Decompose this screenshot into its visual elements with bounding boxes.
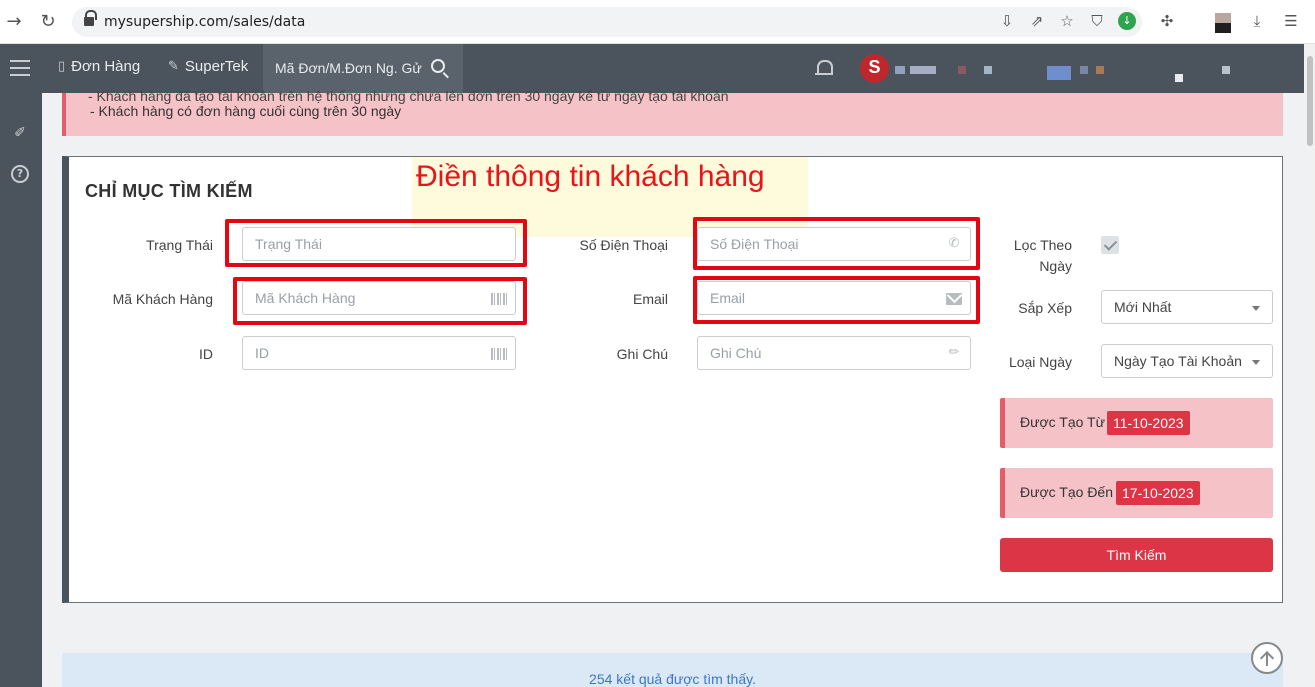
user-avatar[interactable]: S xyxy=(860,54,889,83)
phone-input[interactable] xyxy=(698,228,970,260)
results-bar: 254 kết quả được tìm thấy. xyxy=(62,653,1283,687)
search-icon[interactable] xyxy=(431,59,445,73)
bookmark-star-icon[interactable]: ☆ xyxy=(1058,12,1076,30)
customer-code-input[interactable] xyxy=(243,282,515,314)
lock-icon xyxy=(84,10,97,27)
search-panel: Điền thông tin khách hàng CHỈ MỤC TÌM KI… xyxy=(62,156,1283,603)
shield-extension-icon[interactable]: ⛉ xyxy=(1088,12,1106,30)
id-input[interactable] xyxy=(243,337,515,369)
phone-icon: ✆ xyxy=(948,236,960,251)
url-text: mysupership.com/sales/data xyxy=(104,14,306,30)
caret-down-icon xyxy=(1252,360,1260,365)
help-icon[interactable]: ? xyxy=(11,165,29,183)
nav-order-search[interactable]: Mã Đơn/M.Đơn Ng. Gử xyxy=(263,44,463,93)
search-button[interactable]: Tìm Kiếm xyxy=(1000,538,1273,572)
date-type-select[interactable]: Ngày Tạo Tài Khoản xyxy=(1101,344,1273,378)
phone-field[interactable]: ✆ xyxy=(697,227,971,261)
info-alert: - Khách hàng đã tạo tài khoản trên hệ th… xyxy=(62,88,1283,136)
sort-select[interactable]: Mới Nhất xyxy=(1101,290,1273,324)
reload-icon[interactable]: ↻ xyxy=(36,10,60,34)
alert-line-1: - Khách hàng đã tạo tài khoản trên hệ th… xyxy=(88,88,729,104)
sidebar: ✐ ? xyxy=(0,93,42,687)
note-label: Ghi Chú xyxy=(616,346,668,362)
created-from-box[interactable]: Được Tạo Từ 11-10-2023 xyxy=(1000,398,1273,448)
customer-code-field[interactable] xyxy=(242,281,516,315)
sort-value: Mới Nhất xyxy=(1114,299,1172,315)
caret-down-icon xyxy=(1252,306,1260,311)
redacted-username xyxy=(910,66,936,74)
extensions-puzzle-icon[interactable]: ✣ xyxy=(1158,12,1176,30)
browser-menu-icon[interactable]: ☰ xyxy=(1282,12,1300,30)
filter-date-checkbox[interactable] xyxy=(1101,236,1119,254)
created-to-value[interactable]: 17-10-2023 xyxy=(1116,481,1200,505)
created-to-label: Được Tạo Đến xyxy=(1020,484,1113,500)
status-input[interactable] xyxy=(243,228,515,260)
id-field[interactable] xyxy=(242,336,516,370)
alert-line-2: - Khách hàng có đơn hàng cuối cùng trên … xyxy=(90,103,402,119)
annotation-text: Điền thông tin khách hàng xyxy=(416,160,765,193)
app-navbar: ▯ Đơn Hàng ✎ SuperTek Mã Đơn/M.Đơn Ng. G… xyxy=(0,44,1304,93)
sort-label: Sắp Xếp xyxy=(1018,300,1072,316)
redacted-username xyxy=(1096,66,1104,74)
redacted-username xyxy=(984,66,992,74)
email-input[interactable] xyxy=(698,282,970,314)
download-extension-icon[interactable]: ↓ xyxy=(1118,12,1136,30)
browser-toolbar: → ↻ mysupership.com/sales/data ⇩ ⇗ ☆ ⛉ ↓… xyxy=(0,0,1315,44)
redacted-username xyxy=(1080,66,1088,74)
redacted-username xyxy=(1047,66,1071,80)
nav-search-placeholder: Mã Đơn/M.Đơn Ng. Gử xyxy=(275,60,422,76)
phone-label: Số Điện Thoại xyxy=(579,237,668,253)
redacted-username xyxy=(1222,66,1230,74)
redacted-username xyxy=(1175,74,1183,82)
created-to-box[interactable]: Được Tạo Đến 17-10-2023 xyxy=(1000,468,1273,518)
barcode-icon xyxy=(491,293,507,305)
envelope-icon xyxy=(946,293,962,305)
address-bar[interactable]: mysupership.com/sales/data xyxy=(72,7,1142,37)
email-label: Email xyxy=(632,291,668,307)
hamburger-menu-icon[interactable] xyxy=(10,60,30,76)
profile-avatar[interactable] xyxy=(1215,13,1231,33)
email-field[interactable] xyxy=(697,281,971,315)
panel-title: CHỈ MỤC TÌM KIẾM xyxy=(85,181,253,201)
note-field[interactable]: ✏ xyxy=(697,336,971,370)
note-input[interactable] xyxy=(698,337,970,369)
downloads-icon[interactable]: ⤓ xyxy=(1248,12,1266,30)
forward-icon[interactable]: → xyxy=(2,10,26,34)
filter-date-label-1: Lọc Theo xyxy=(1013,237,1072,253)
date-type-label: Loại Ngày xyxy=(1008,354,1072,370)
page-scrollbar[interactable] xyxy=(1304,44,1315,687)
pencil-icon: ✏ xyxy=(948,345,960,360)
book-icon: ▯ xyxy=(58,59,66,74)
install-icon[interactable]: ⇩ xyxy=(998,12,1016,30)
edit-icon: ✎ xyxy=(168,59,179,74)
status-field[interactable] xyxy=(242,227,516,261)
date-type-value: Ngày Tạo Tài Khoản xyxy=(1114,353,1242,369)
nav-orders-label: Đơn Hàng xyxy=(71,58,141,75)
id-label: ID xyxy=(199,346,213,362)
created-from-value[interactable]: 11-10-2023 xyxy=(1107,411,1190,435)
redacted-username xyxy=(895,66,905,74)
palette-icon[interactable]: ✐ xyxy=(11,124,29,142)
status-label: Trạng Thái xyxy=(146,237,213,253)
scroll-top-icon[interactable] xyxy=(1251,642,1283,674)
scrollbar-thumb[interactable] xyxy=(1307,56,1313,146)
nav-orders[interactable]: ▯ Đơn Hàng xyxy=(58,58,140,75)
customer-code-label: Mã Khách Hàng xyxy=(112,291,213,307)
barcode-icon xyxy=(491,348,507,360)
nav-supertek[interactable]: ✎ SuperTek xyxy=(168,58,248,75)
results-count: 254 kết quả được tìm thấy. xyxy=(589,671,756,687)
filter-date-label-2: Ngày xyxy=(1039,258,1072,274)
bell-icon[interactable] xyxy=(815,60,833,78)
nav-supertek-label: SuperTek xyxy=(184,58,249,75)
created-from-label: Được Tạo Từ xyxy=(1020,414,1105,430)
share-icon[interactable]: ⇗ xyxy=(1028,12,1046,30)
redacted-username xyxy=(958,66,966,74)
